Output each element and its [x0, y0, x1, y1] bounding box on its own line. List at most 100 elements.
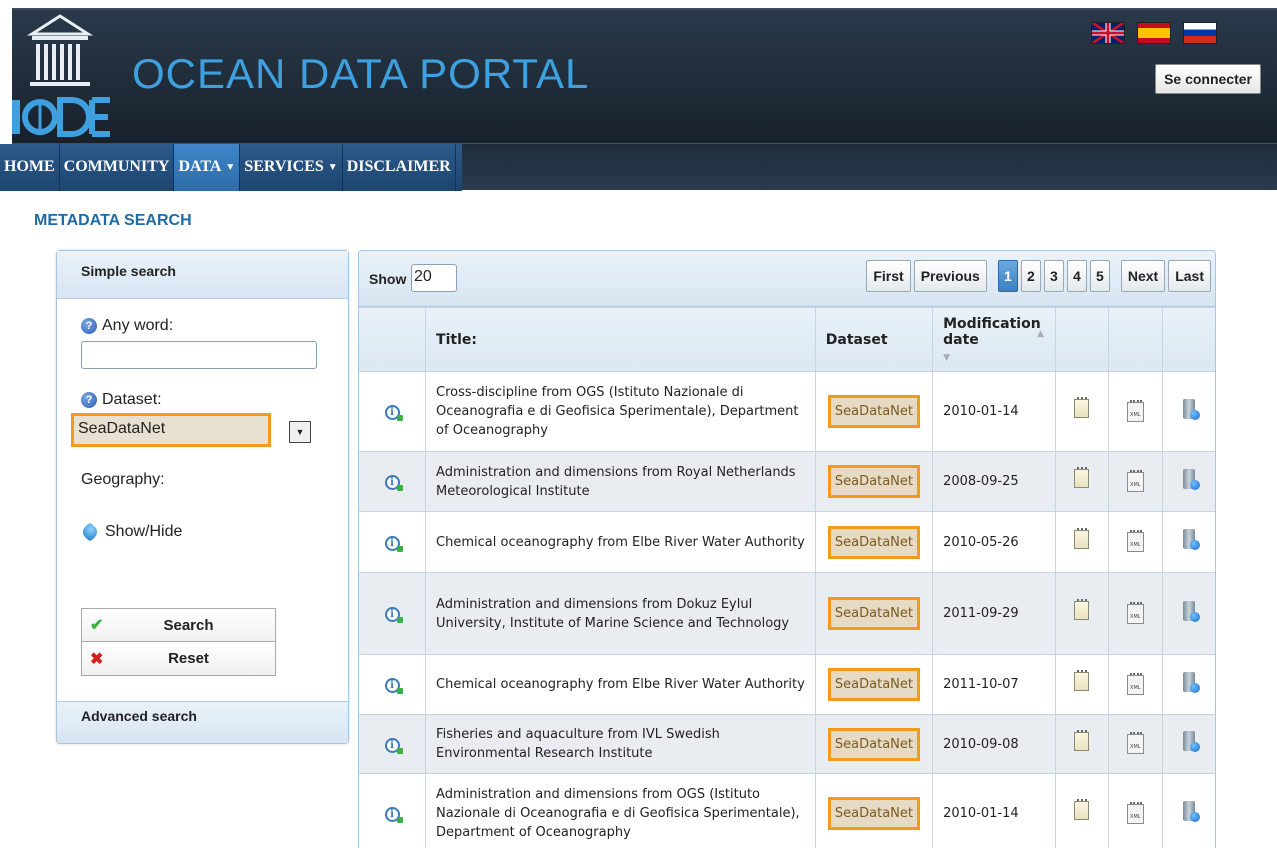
dataset-badge: SeaDataNet — [827, 797, 920, 830]
nav-community-label: COMMUNITY — [63, 158, 170, 175]
info-icon[interactable]: i — [384, 807, 403, 823]
metadata-document-icon[interactable] — [1074, 527, 1090, 549]
xml-column-header — [1108, 307, 1163, 372]
caret-down-icon: ▼ — [327, 161, 338, 173]
table-row: i Fisheries and aquaculture from IVL Swe… — [359, 714, 1215, 774]
row-title[interactable]: Administration and dimensions from Royal… — [425, 451, 816, 512]
page-2-button[interactable]: 2 — [1020, 260, 1041, 292]
nav-community[interactable]: COMMUNITY — [60, 143, 175, 191]
results-panel: Show 20 First Previous 1 2 3 4 5 Next La… — [358, 250, 1216, 848]
metadata-document-icon[interactable] — [1074, 599, 1090, 620]
row-title[interactable]: Administration and dimensions from OGS (… — [425, 773, 816, 848]
show-hide-label: Show/Hide — [105, 523, 183, 540]
info-icon[interactable]: i — [384, 607, 403, 623]
page-5-button[interactable]: 5 — [1089, 260, 1110, 292]
row-date: 2008-09-25 — [932, 451, 1056, 512]
page-3-button[interactable]: 3 — [1043, 260, 1064, 292]
help-icon[interactable]: ? — [81, 318, 97, 334]
info-icon[interactable]: i — [384, 475, 403, 491]
table-row: i Cross-discipline from OGS (Istituto Na… — [359, 371, 1215, 452]
xml-file-icon[interactable]: XML — [1126, 530, 1144, 552]
globe-icon — [81, 525, 101, 539]
search-button[interactable]: ✔ Search — [81, 608, 276, 642]
next-page-button[interactable]: Next — [1120, 260, 1166, 292]
any-word-label-row: ? Any word: — [81, 317, 173, 335]
nav-bar: HOME COMMUNITY DATA ▼ SERVICES ▼ DISCLAIME… — [0, 143, 462, 191]
database-download-icon[interactable] — [1182, 529, 1200, 550]
metadata-document-icon[interactable] — [1074, 799, 1090, 820]
database-download-icon[interactable] — [1182, 468, 1200, 490]
metadata-document-icon[interactable] — [1074, 397, 1090, 418]
date-column-label: Modification date — [943, 315, 1041, 348]
row-date: 2011-09-29 — [932, 572, 1056, 655]
russia-flag-icon[interactable] — [1183, 22, 1217, 44]
info-icon[interactable]: i — [384, 678, 403, 694]
login-button[interactable]: Se connecter — [1155, 64, 1261, 94]
page-4-button[interactable]: 4 — [1066, 260, 1087, 292]
search-actions: ✔ Search ✖ Reset — [81, 608, 276, 676]
advanced-search-heading[interactable]: Advanced search — [57, 701, 348, 743]
any-word-input[interactable] — [81, 341, 317, 369]
dropdown-arrow-icon[interactable]: ▼ — [289, 421, 311, 443]
row-date: 2010-01-14 — [932, 773, 1056, 848]
nav-services[interactable]: SERVICES ▼ — [240, 143, 343, 191]
help-icon[interactable]: ? — [81, 392, 97, 408]
nav-disclaimer[interactable]: DISCLAIMER — [343, 143, 456, 191]
reset-button[interactable]: ✖ Reset — [81, 642, 276, 676]
page-size-input[interactable]: 20 — [411, 264, 457, 292]
nav-data-label: DATA — [178, 158, 222, 175]
dataset-column-header[interactable]: Dataset — [814, 307, 934, 372]
show-hide-toggle[interactable]: Show/Hide — [81, 523, 182, 541]
info-icon[interactable]: i — [384, 405, 403, 421]
language-switcher — [1091, 22, 1217, 44]
search-sidebar: Simple search ? Any word: ? Dataset: Sea… — [56, 250, 349, 744]
row-title[interactable]: Fisheries and aquaculture from IVL Swedi… — [425, 714, 816, 774]
row-title[interactable]: Chemical oceanography from Elbe River Wa… — [425, 511, 816, 573]
spain-flag-icon[interactable] — [1137, 22, 1171, 44]
info-icon[interactable]: i — [384, 535, 403, 552]
database-download-icon[interactable] — [1182, 671, 1200, 693]
info-icon[interactable]: i — [384, 737, 403, 754]
metadata-document-icon[interactable] — [1074, 467, 1090, 488]
dataset-label: Dataset: — [102, 391, 162, 408]
site-title: OCEAN DATA PORTAL — [132, 50, 590, 97]
database-download-icon[interactable] — [1182, 398, 1200, 420]
xml-file-icon[interactable]: XML — [1126, 469, 1144, 492]
previous-page-button[interactable]: Previous — [913, 260, 987, 292]
xml-file-icon[interactable]: XML — [1126, 732, 1144, 754]
xml-file-icon[interactable]: XML — [1126, 399, 1144, 422]
metadata-document-icon[interactable] — [1074, 729, 1090, 751]
title-column-header[interactable]: Title: — [425, 307, 816, 372]
xml-file-icon[interactable]: XML — [1126, 672, 1144, 695]
nav-home[interactable]: HOME — [0, 143, 60, 191]
row-title[interactable]: Administration and dimensions from Dokuz… — [425, 572, 816, 655]
unesco-iode-logo[interactable] — [12, 12, 112, 138]
any-word-label: Any word: — [102, 317, 174, 334]
row-date: 2010-01-14 — [932, 371, 1056, 452]
dataset-label-row: ? Dataset: — [81, 391, 162, 409]
date-column-header[interactable]: Modification date ▲ ▼ — [932, 307, 1056, 372]
row-title[interactable]: Cross-discipline from OGS (Istituto Nazi… — [425, 371, 816, 452]
simple-search-heading[interactable]: Simple search — [57, 251, 348, 299]
page-1-button[interactable]: 1 — [997, 260, 1018, 292]
first-page-button[interactable]: First — [866, 260, 911, 292]
row-title[interactable]: Chemical oceanography from Elbe River Wa… — [425, 654, 816, 715]
row-date: 2010-09-08 — [932, 714, 1056, 774]
site-header: OCEAN DATA PORTAL Se connecter — [12, 8, 1277, 143]
dataset-select-value[interactable]: SeaDataNet — [71, 413, 271, 447]
xml-file-icon[interactable]: XML — [1126, 601, 1144, 624]
database-download-icon[interactable] — [1182, 600, 1200, 622]
results-body: i Cross-discipline from OGS (Istituto Na… — [359, 371, 1215, 848]
nav-home-label: HOME — [4, 158, 55, 175]
dataset-select[interactable]: SeaDataNet ▼ — [71, 413, 341, 447]
last-page-button[interactable]: Last — [1168, 260, 1211, 292]
metadata-document-icon[interactable] — [1074, 670, 1090, 691]
uk-flag-icon[interactable] — [1091, 22, 1125, 44]
database-download-icon[interactable] — [1182, 800, 1200, 822]
dataset-badge: SeaDataNet — [827, 727, 920, 761]
page-title: METADATA SEARCH — [34, 212, 192, 229]
xml-file-icon[interactable]: XML — [1126, 801, 1144, 824]
nav-data[interactable]: DATA ▼ — [174, 143, 241, 191]
table-header-row: Title: Dataset Modification date ▲ ▼ — [359, 307, 1215, 372]
database-download-icon[interactable] — [1182, 731, 1200, 752]
